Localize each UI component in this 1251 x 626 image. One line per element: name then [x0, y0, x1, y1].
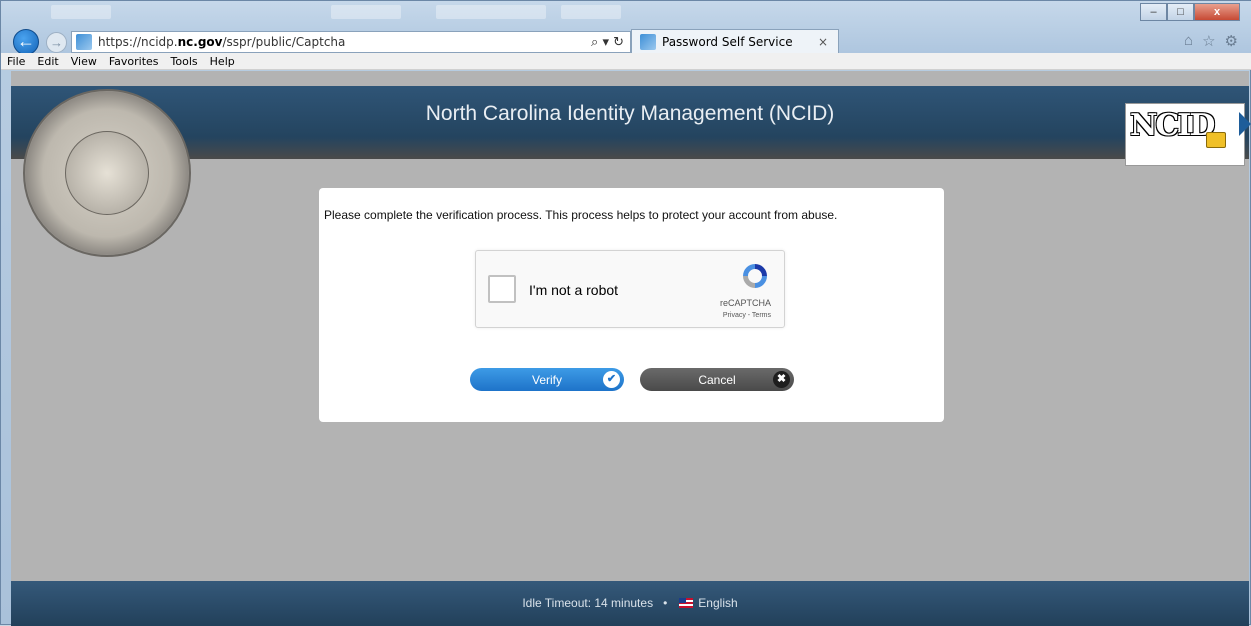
- state-seal-logo: [23, 89, 191, 257]
- window-controls: – □ x: [1140, 3, 1240, 21]
- recaptcha-brand: reCAPTCHA: [719, 298, 771, 308]
- browser-window: ← → https://ncidp. nc.gov/sspr/public/Cap…: [0, 0, 1251, 626]
- ncid-logo: NCID: [1125, 103, 1251, 166]
- arrow-icon: [1239, 112, 1251, 136]
- tab-close-icon[interactable]: ×: [818, 35, 828, 49]
- address-bar[interactable]: https://ncidp. nc.gov/sspr/public/Captcha…: [71, 31, 631, 53]
- tab-favicon-icon: [640, 34, 656, 50]
- seal-center: [65, 131, 149, 215]
- checkmark-icon: ✔: [603, 371, 620, 388]
- page-footer: Idle Timeout: 14 minutes • English: [11, 581, 1249, 626]
- menu-file[interactable]: File: [7, 55, 25, 68]
- idle-timeout-text: Idle Timeout: 14 minutes: [522, 596, 654, 610]
- ncid-logo-text: NCID: [1130, 108, 1215, 143]
- menu-view[interactable]: View: [71, 55, 97, 68]
- close-icon: ✖: [773, 371, 790, 388]
- back-button[interactable]: ←: [13, 29, 39, 55]
- recaptcha-widget: I'm not a robot reCAPTCHA Privacy - Term…: [475, 250, 785, 328]
- language-selector[interactable]: English: [698, 596, 737, 610]
- cancel-button[interactable]: Cancel ✖: [640, 368, 794, 391]
- background-tab-ghost: [51, 5, 111, 19]
- verification-message: Please complete the verification process…: [324, 208, 838, 222]
- footer-separator: •: [663, 596, 668, 610]
- forward-arrow-icon: →: [50, 35, 63, 50]
- page-title: North Carolina Identity Management (NCID…: [425, 102, 835, 125]
- background-tab-ghost: [436, 5, 546, 19]
- browser-toolbar: ← → https://ncidp. nc.gov/sspr/public/Cap…: [1, 1, 1251, 55]
- recaptcha-logo-icon: [743, 264, 767, 288]
- menu-edit[interactable]: Edit: [37, 55, 58, 68]
- page-content: North Carolina Identity Management (NCID…: [11, 71, 1251, 626]
- maximize-button[interactable]: □: [1167, 3, 1194, 21]
- verify-label: Verify: [531, 372, 562, 387]
- tab-password-self-service[interactable]: Password Self Service ×: [631, 29, 839, 54]
- recaptcha-label: I'm not a robot: [529, 282, 619, 298]
- captcha-dialog: Please complete the verification process…: [319, 188, 944, 422]
- recaptcha-privacy-terms[interactable]: Privacy - Terms: [723, 312, 771, 319]
- background-tab-ghost: [331, 5, 401, 19]
- lock-icon: [1206, 132, 1226, 148]
- address-url-prefix: https://ncidp.: [98, 35, 178, 49]
- site-favicon-icon: [76, 34, 92, 50]
- footer-status: Idle Timeout: 14 minutes • English: [11, 596, 1249, 610]
- browser-right-icons: ⌂ ☆ ⚙: [1184, 32, 1238, 50]
- gear-icon[interactable]: ⚙: [1225, 32, 1238, 50]
- verify-button[interactable]: Verify ✔: [470, 368, 624, 391]
- us-flag-icon: [679, 598, 694, 608]
- home-icon[interactable]: ⌂: [1184, 32, 1193, 50]
- page-header: North Carolina Identity Management (NCID…: [11, 86, 1251, 166]
- forward-button[interactable]: →: [46, 32, 67, 53]
- minimize-button[interactable]: –: [1140, 3, 1167, 21]
- menu-favorites[interactable]: Favorites: [109, 55, 159, 68]
- tab-title: Password Self Service: [662, 35, 793, 49]
- menu-tools[interactable]: Tools: [171, 55, 198, 68]
- address-url-path: /sspr/public/Captcha: [222, 35, 346, 49]
- back-arrow-icon: ←: [17, 31, 35, 51]
- recaptcha-checkbox[interactable]: [488, 275, 516, 303]
- background-tab-ghost: [561, 5, 621, 19]
- menu-bar: File Edit View Favorites Tools Help: [1, 53, 1251, 70]
- search-refresh-icons[interactable]: ⌕ ▾ ↻: [591, 35, 624, 50]
- cancel-label: Cancel: [698, 372, 736, 387]
- menu-help[interactable]: Help: [210, 55, 235, 68]
- address-url-host: nc.gov: [177, 35, 223, 49]
- close-window-button[interactable]: x: [1194, 3, 1240, 21]
- star-icon[interactable]: ☆: [1202, 32, 1215, 50]
